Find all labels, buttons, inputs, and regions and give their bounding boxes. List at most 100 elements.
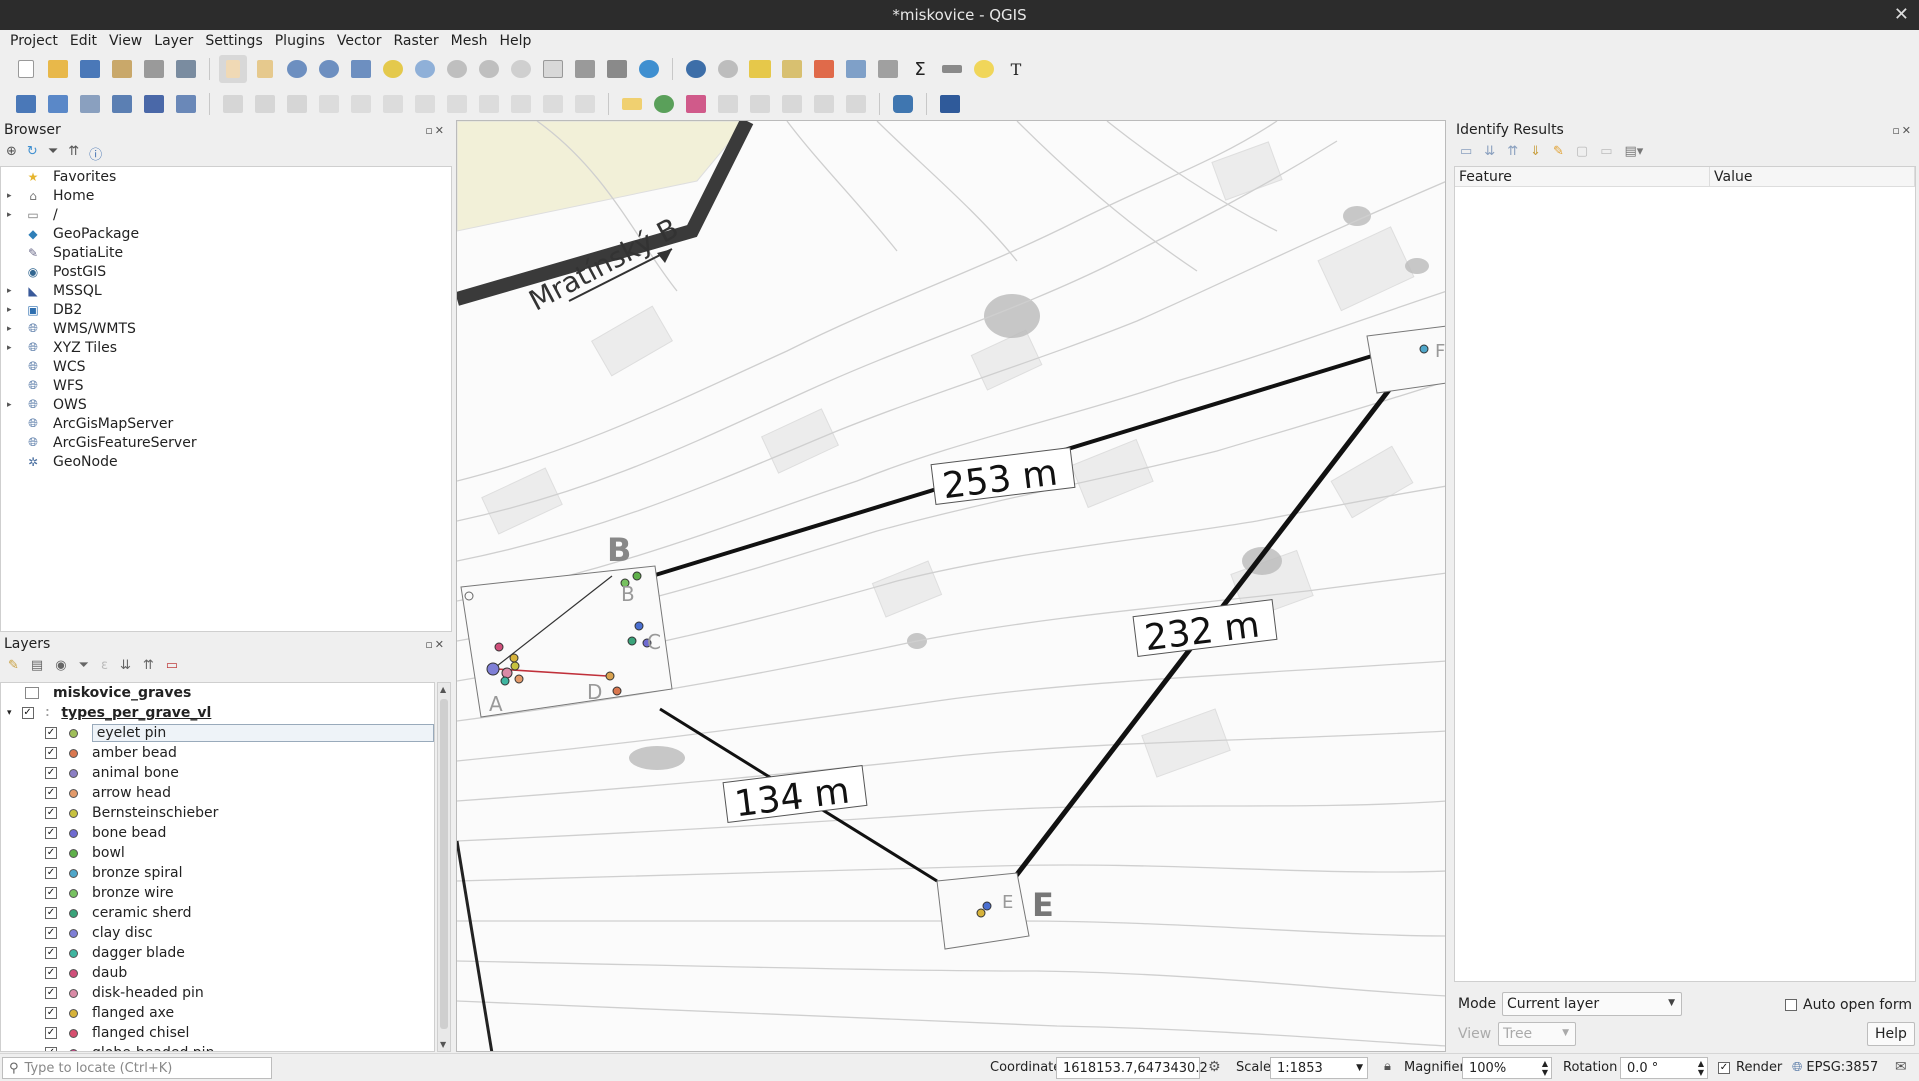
browser-item-spatialite[interactable]: ✎ SpatiaLite <box>1 243 451 262</box>
select-features-icon[interactable] <box>746 55 774 83</box>
digitize-icon[interactable] <box>76 90 104 118</box>
scale-select[interactable]: 1:1853 ▼ <box>1270 1057 1368 1079</box>
browser-item-db2[interactable]: ▸ ▣ DB2 <box>1 300 451 319</box>
change-label-icon[interactable] <box>842 90 870 118</box>
pan-to-selection-icon[interactable] <box>251 55 279 83</box>
layer-class-item[interactable]: ✓ globe-headed pin <box>1 1043 434 1051</box>
paste-features-icon[interactable] <box>507 90 535 118</box>
pan-map-icon[interactable] <box>219 55 247 83</box>
identify-results-table[interactable]: Feature Value <box>1454 166 1916 982</box>
save-edits-icon[interactable] <box>283 90 311 118</box>
messages-icon[interactable]: ✉ <box>1895 1059 1907 1075</box>
zoom-full-icon[interactable] <box>347 55 375 83</box>
menu-plugins[interactable]: Plugins <box>269 33 331 49</box>
identify-features-icon[interactable] <box>682 55 710 83</box>
expand-new-results-icon[interactable]: ⇓ <box>1530 144 1541 159</box>
layer-visibility-checkbox[interactable]: ✓ <box>45 927 57 939</box>
field-calculator-icon[interactable] <box>874 55 902 83</box>
print-layout-icon[interactable] <box>108 55 136 83</box>
crs-button[interactable]: 🌐︎ EPSG:3857 <box>1792 1060 1878 1075</box>
modify-attributes-icon[interactable] <box>379 90 407 118</box>
menu-view[interactable]: View <box>103 33 148 49</box>
lock-icon[interactable]: 🔒︎ <box>1384 1059 1391 1074</box>
zoom-in-icon[interactable] <box>283 55 311 83</box>
layer-visibility-checkbox[interactable]: ✓ <box>45 867 57 879</box>
save-project-icon[interactable] <box>76 55 104 83</box>
layer-group-types-per-grave[interactable]: ▾ ✓ ⁚ types_per_grave_vl <box>1 703 434 723</box>
rotate-label-icon[interactable] <box>810 90 838 118</box>
zoom-next-icon[interactable] <box>507 55 535 83</box>
layer-class-item[interactable]: ✓ arrow head <box>1 783 434 803</box>
rotation-spinbox[interactable]: 0.0 ° ▲ ▼ <box>1620 1057 1708 1079</box>
layer-visibility-checkbox[interactable]: ✓ <box>45 947 57 959</box>
show-bookmarks-icon[interactable] <box>603 55 631 83</box>
auto-open-form-checkbox[interactable] <box>1785 999 1797 1011</box>
layer-class-item[interactable]: ✓ disk-headed pin <box>1 983 434 1003</box>
browser-item-home[interactable]: ▸ ⌂ Home <box>1 186 451 205</box>
browser-item-postgis[interactable]: ◉ PostGIS <box>1 262 451 281</box>
diagram-tool-icon[interactable] <box>650 90 678 118</box>
layer-class-item[interactable]: ✓ bone bead <box>1 823 434 843</box>
locator-input[interactable]: ⚲ Type to locate (Ctrl+K) <box>2 1057 272 1079</box>
cut-features-icon[interactable] <box>443 90 471 118</box>
layer-visibility-checkbox[interactable]: ✓ <box>45 727 57 739</box>
pin-labels-icon[interactable] <box>714 90 742 118</box>
menu-help[interactable]: Help <box>494 33 538 49</box>
highlight-label-icon[interactable] <box>682 90 710 118</box>
view-select[interactable]: Tree ▼ <box>1498 1022 1576 1046</box>
toggle-extents-icon[interactable]: ⚙ <box>1208 1059 1221 1075</box>
layout-manager-icon[interactable] <box>140 55 168 83</box>
panel-float-close-icon[interactable]: ▫✕ <box>425 124 446 137</box>
browser-item-arcgismapserver[interactable]: 🌐︎ ArcGisMapServer <box>1 414 451 433</box>
layers-scrollbar[interactable]: ▲ ▼ <box>437 682 451 1052</box>
mode-select[interactable]: Current layer ▼ <box>1502 992 1682 1016</box>
browser-item-wcs[interactable]: 🌐︎ WCS <box>1 357 451 376</box>
select-by-value-icon[interactable] <box>778 55 806 83</box>
browser-item-wms[interactable]: ▸ 🌐︎ WMS/WMTS <box>1 319 451 338</box>
style-manager-icon[interactable] <box>172 55 200 83</box>
filter-legend-icon[interactable]: ⏷ <box>79 658 89 673</box>
refresh-icon[interactable]: ↻ <box>27 144 38 163</box>
layer-visibility-checkbox[interactable]: ✓ <box>45 767 57 779</box>
expand-all-icon[interactable]: ⇊ <box>120 658 131 673</box>
copy-feature-icon[interactable]: ▢ <box>1576 144 1588 159</box>
layer-group-miskovice-graves[interactable]: miskovice_graves <box>1 683 434 703</box>
panel-float-close-icon[interactable]: ▫✕ <box>425 638 446 651</box>
filter-icon[interactable]: ⏷ <box>48 144 58 163</box>
menu-mesh[interactable]: Mesh <box>445 33 494 49</box>
layer-class-item[interactable]: ✓ flanged axe <box>1 1003 434 1023</box>
layer-class-item[interactable]: ✓ flanged chisel <box>1 1023 434 1043</box>
refresh-icon[interactable] <box>635 55 663 83</box>
browser-item-ows[interactable]: ▸ 🌐︎ OWS <box>1 395 451 414</box>
layer-class-item[interactable]: ✓ Bernsteinschieber <box>1 803 434 823</box>
filter-expression-icon[interactable]: ε <box>101 658 108 673</box>
layer-class-item[interactable]: ✓ dagger blade <box>1 943 434 963</box>
measure-icon[interactable] <box>938 55 966 83</box>
move-label-icon[interactable] <box>778 90 806 118</box>
menu-edit[interactable]: Edit <box>64 33 103 49</box>
virtual-layer-icon[interactable] <box>172 90 200 118</box>
scrollbar-thumb[interactable] <box>440 699 448 1029</box>
zoom-selection-icon[interactable] <box>379 55 407 83</box>
browser-item-geonode[interactable]: ✲ GeoNode <box>1 452 451 471</box>
panel-float-close-icon[interactable]: ▫✕ <box>1892 124 1913 137</box>
map-canvas[interactable]: Mratínský B 253 m 232 m 134 m B C A D B … <box>456 120 1446 1052</box>
layer-visibility-checkbox[interactable]: ✓ <box>45 1007 57 1019</box>
menu-vector[interactable]: Vector <box>331 33 388 49</box>
print-response-icon[interactable]: ▤▾ <box>1625 144 1644 159</box>
collapse-arrow-icon[interactable]: ▾ <box>7 708 12 718</box>
render-checkbox[interactable]: ✓ <box>1718 1061 1730 1074</box>
layer-class-item[interactable]: ✓ clay disc <box>1 923 434 943</box>
layer-visibility-checkbox[interactable]: ✓ <box>45 827 57 839</box>
coordinate-field[interactable]: 1618153.7,6473430.2 <box>1056 1057 1208 1079</box>
layer-visibility-checkbox[interactable]: ✓ <box>21 707 34 719</box>
browser-item-xyz[interactable]: ▸ 🌐︎ XYZ Tiles <box>1 338 451 357</box>
layer-visibility-checkbox[interactable]: ✓ <box>45 987 57 999</box>
layer-visibility-checkbox[interactable]: ✓ <box>45 807 57 819</box>
browser-item-arcgisfeatureserver[interactable]: 🌐︎ ArcGisFeatureServer <box>1 433 451 452</box>
layer-visibility-checkbox[interactable]: ✓ <box>45 887 57 899</box>
auto-open-form[interactable]: Auto open form <box>1785 997 1912 1013</box>
zoom-layer-icon[interactable] <box>411 55 439 83</box>
column-header-value[interactable]: Value <box>1710 167 1915 186</box>
zoom-native-icon[interactable] <box>443 55 471 83</box>
